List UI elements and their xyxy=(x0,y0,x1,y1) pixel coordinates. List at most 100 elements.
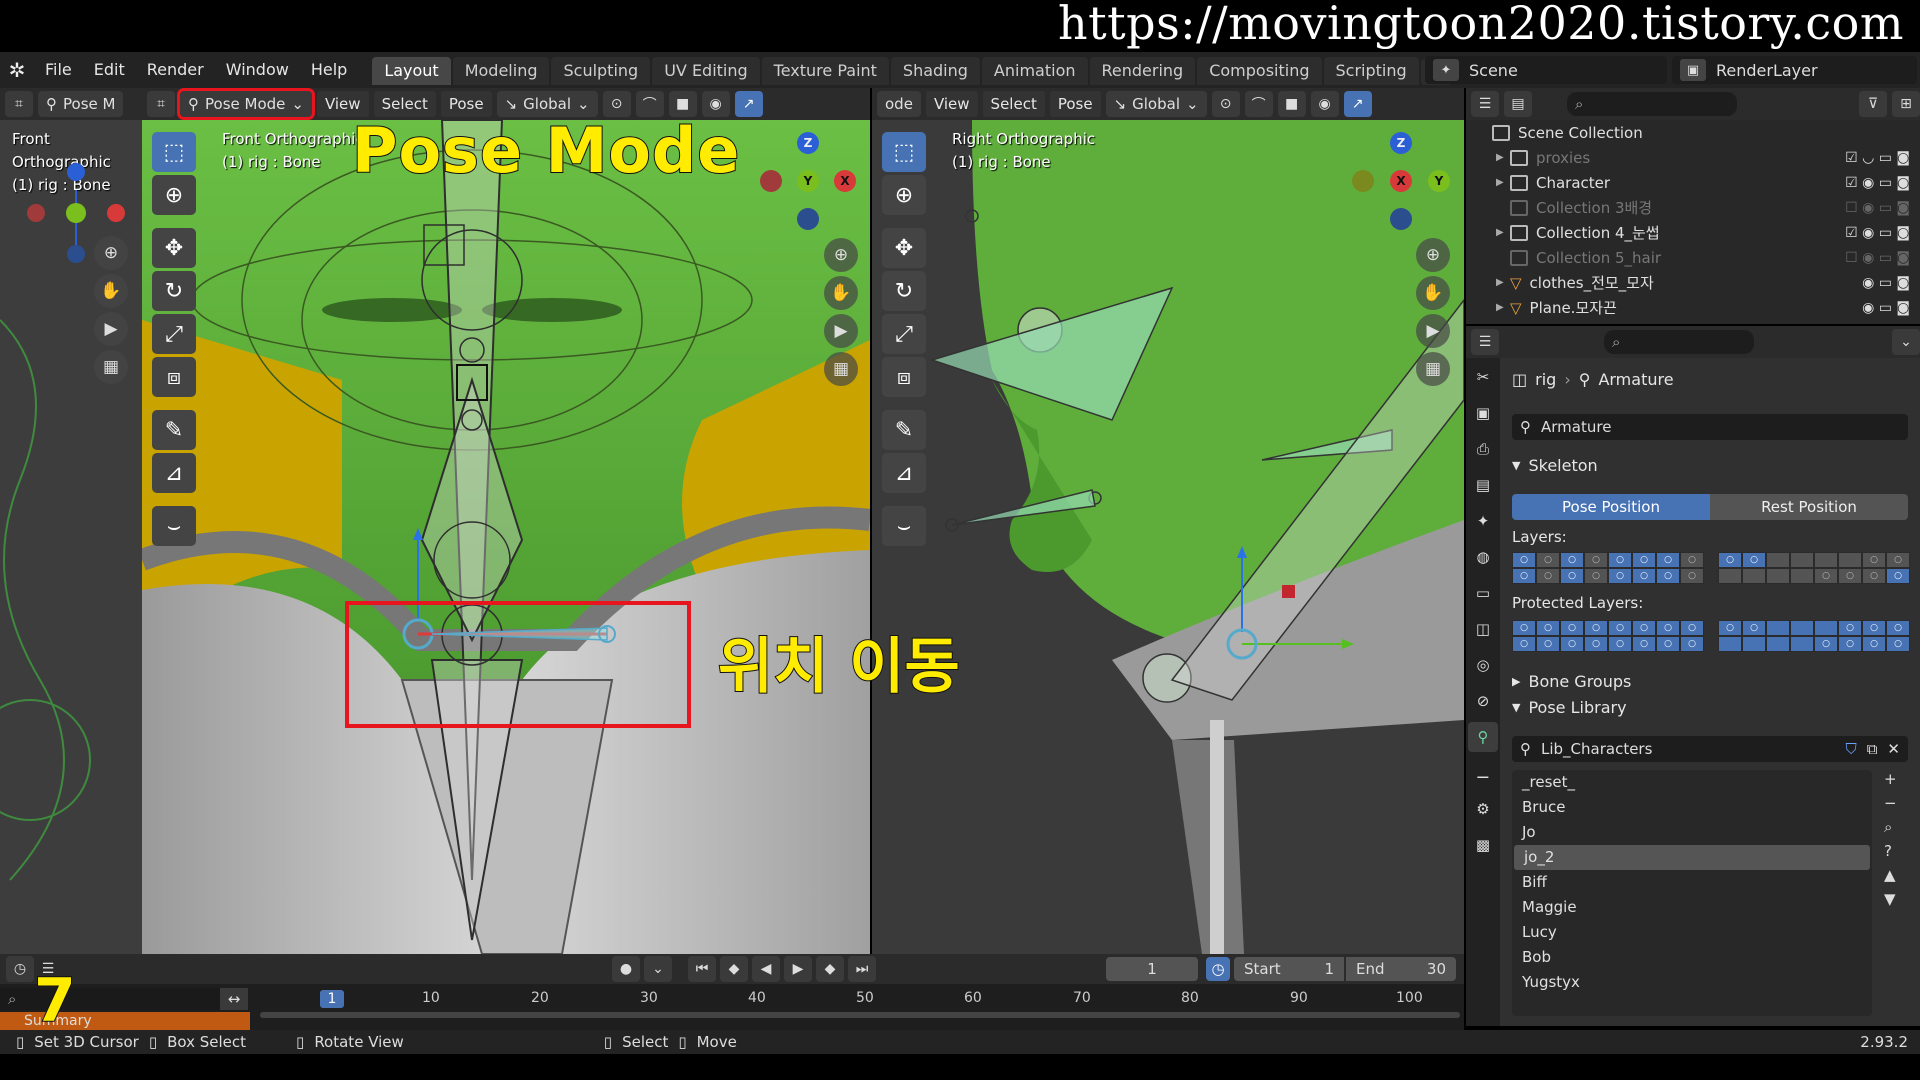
tool-tab-icon[interactable]: ✂ xyxy=(1468,362,1498,392)
menu-select[interactable]: Select xyxy=(982,91,1045,117)
armature-data-field[interactable]: ⚲ Armature xyxy=(1512,414,1908,440)
jump-end-icon[interactable]: ⏭ xyxy=(848,956,876,982)
play-icon[interactable]: ▶ xyxy=(784,956,812,982)
row-visibility-icons[interactable]: ☑ ◡ ▭ ◙ xyxy=(1845,150,1910,166)
add-icon[interactable]: + xyxy=(1884,770,1908,788)
scale-tool-icon[interactable]: ⤢ xyxy=(882,314,926,354)
filter-icon[interactable]: ⊽ xyxy=(1859,91,1887,117)
outliner-row[interactable]: Collection 5_hair ☐ ◉ ▭ ◙ xyxy=(1466,245,1918,270)
output-tab-icon[interactable]: ⎙ xyxy=(1468,434,1498,464)
expand-arrow-icon[interactable]: ▶ xyxy=(1496,177,1510,188)
tab-scripting[interactable]: Scripting xyxy=(1323,57,1419,85)
bone-constraints-tab-icon[interactable]: ⚙ xyxy=(1468,794,1498,824)
left-strip-mode-dropdown[interactable]: ⚲ Pose M xyxy=(38,91,124,117)
playhead-frame[interactable]: 1 xyxy=(320,990,344,1008)
outliner-row[interactable]: ▶ Character ☑ ◉ ▭ ◙ xyxy=(1466,170,1918,195)
layers-grid-right[interactable]: ○ ○ ○ ○ ○ ○ ○ ○ xyxy=(1718,552,1910,584)
row-visibility-icons[interactable]: ☐ ◉ ▭ ◙ xyxy=(1845,200,1910,216)
grid-icon[interactable]: ▦ xyxy=(1416,352,1450,386)
play-reverse-icon[interactable]: ◀ xyxy=(752,956,780,982)
object-tab-icon[interactable]: ◫ xyxy=(1468,614,1498,644)
mode-dropdown[interactable]: ⚲ Pose Mode ⌄ xyxy=(177,88,315,120)
grid-icon[interactable]: ▦ xyxy=(94,350,128,384)
constraints-tab-icon[interactable]: ⊘ xyxy=(1468,686,1498,716)
menu-help[interactable]: Help xyxy=(300,52,358,88)
editor-type-icon[interactable]: ⌗ xyxy=(5,91,33,117)
scene-tab-icon[interactable]: ✦ xyxy=(1468,506,1498,536)
move-tool-icon[interactable]: ✥ xyxy=(882,228,926,268)
menu-pose[interactable]: Pose xyxy=(1049,91,1101,117)
physics-tab-icon[interactable]: ◎ xyxy=(1468,650,1498,680)
zoom-icon[interactable]: ⊕ xyxy=(94,236,128,270)
menu-window[interactable]: Window xyxy=(215,52,300,88)
snap-icon[interactable]: ⌒ xyxy=(1244,91,1273,117)
pan-hand-icon[interactable]: ✋ xyxy=(94,274,128,308)
menu-view[interactable]: View xyxy=(925,91,978,117)
gizmo-neg-y-icon[interactable] xyxy=(1352,170,1374,192)
tab-texture-paint[interactable]: Texture Paint xyxy=(761,57,889,85)
pan-hand-icon[interactable]: ✋ xyxy=(1416,276,1450,310)
list-item[interactable]: Biff xyxy=(1512,870,1872,895)
prev-keyframe-icon[interactable]: ◆ xyxy=(720,956,748,982)
right-mode-dropdown[interactable]: ode xyxy=(877,91,921,117)
gizmo-toggle-icon[interactable]: ↗ xyxy=(1343,91,1372,117)
skeleton-panel-header[interactable]: ▼ Skeleton xyxy=(1512,456,1598,475)
editor-type-icon[interactable]: ☰ xyxy=(1471,91,1499,117)
list-item[interactable]: Lucy xyxy=(1512,920,1872,945)
gizmo-y-icon[interactable]: Y xyxy=(1428,170,1450,192)
menu-edit[interactable]: Edit xyxy=(83,52,136,88)
expand-arrow-icon[interactable]: ▶ xyxy=(1496,227,1510,238)
editor-type-icon[interactable]: ☰ xyxy=(1471,329,1499,355)
rest-position-button[interactable]: Rest Position xyxy=(1710,494,1908,520)
timeline-ruler[interactable]: 1 10 20 30 40 50 60 70 80 90 100 xyxy=(250,988,1460,1030)
editor-type-icon[interactable]: ◷ xyxy=(6,956,34,982)
texture-tab-icon[interactable]: ▩ xyxy=(1468,830,1498,860)
transform-tool-icon[interactable]: ⧈ xyxy=(882,357,926,397)
outliner-search-input[interactable]: ⌕ xyxy=(1567,92,1737,116)
gizmo-neg-x-icon[interactable] xyxy=(760,170,782,192)
tab-layout[interactable]: Layout xyxy=(372,57,451,85)
timeline-search-input[interactable]: ⌕ xyxy=(0,988,220,1010)
cursor-tool-icon[interactable]: ⊕ xyxy=(152,175,196,215)
tab-shading[interactable]: Shading xyxy=(890,57,980,85)
duplicate-icon[interactable]: ⧉ xyxy=(1867,740,1878,758)
preview-range-icon[interactable]: ◷ xyxy=(1206,957,1230,981)
new-collection-icon[interactable]: ⊞ xyxy=(1892,91,1920,117)
zoom-icon[interactable]: ⊕ xyxy=(824,238,858,272)
select-box-tool-icon[interactable]: ⬚ xyxy=(152,132,196,172)
grid-icon[interactable]: ▦ xyxy=(824,352,858,386)
list-item-selected[interactable]: jo_2 xyxy=(1514,845,1870,870)
outliner-root[interactable]: Scene Collection xyxy=(1466,120,1918,145)
expand-arrow-icon[interactable]: ▶ xyxy=(1496,277,1510,288)
jump-start-icon[interactable]: ⏮ xyxy=(688,956,716,982)
expand-arrow-icon[interactable]: ▶ xyxy=(1496,152,1510,163)
outliner-row[interactable]: ▶ Collection 4_눈썹 ☑ ◉ ▭ ◙ xyxy=(1466,220,1918,245)
scene-selector[interactable]: ✦ Scene xyxy=(1425,56,1667,84)
record-icon[interactable]: ● xyxy=(612,956,640,982)
list-item[interactable]: Yugstyx xyxy=(1512,970,1872,995)
row-visibility-icons[interactable]: ◉ ▭ ◙ xyxy=(1862,275,1910,291)
bone-groups-panel-header[interactable]: ▶ Bone Groups xyxy=(1512,672,1631,691)
pivot-icon[interactable]: ⊙ xyxy=(1211,91,1240,117)
move-up-icon[interactable]: ▲ xyxy=(1884,866,1908,884)
gizmo-x-icon[interactable]: X xyxy=(834,170,856,192)
pose-breakdown-tool-icon[interactable]: ⌣ xyxy=(152,506,196,546)
tab-sculpting[interactable]: Sculpting xyxy=(551,57,651,85)
bone-tab-icon[interactable]: ⚊ xyxy=(1468,758,1498,788)
fake-user-shield-icon[interactable]: ⛉ xyxy=(1845,740,1856,758)
viewport-right-orthographic[interactable]: ode View Select Pose ↘ Global ⌄ ⊙ ⌒ ■ ◉ … xyxy=(872,88,1464,954)
viewport-front-orthographic[interactable]: ⌗ ⚲ Pose Mode ⌄ View Select Pose ↘ Globa… xyxy=(142,88,870,954)
timeline-scrollbar[interactable] xyxy=(260,1012,1460,1018)
scale-tool-icon[interactable]: ⤢ xyxy=(152,314,196,354)
move-tool-icon[interactable]: ✥ xyxy=(152,228,196,268)
select-box-tool-icon[interactable]: ⬚ xyxy=(882,132,926,172)
outliner-row[interactable]: ▶ ▽ clothes_전모_모자 ◉ ▭ ◙ xyxy=(1466,270,1918,295)
camera-icon[interactable]: ▶ xyxy=(824,314,858,348)
list-item[interactable]: _reset_ xyxy=(1512,770,1872,795)
camera-icon[interactable]: ▶ xyxy=(1416,314,1450,348)
display-mode-icon[interactable]: ▤ xyxy=(1504,91,1532,117)
cursor-tool-icon[interactable]: ⊕ xyxy=(882,175,926,215)
left-viewport-strip[interactable]: ⌗ ⚲ Pose M Front Orthographic (1) rig : … xyxy=(0,88,142,954)
view-layer-tab-icon[interactable]: ▤ xyxy=(1468,470,1498,500)
row-visibility-icons[interactable]: ◉ ▭ ◙ xyxy=(1862,300,1910,316)
